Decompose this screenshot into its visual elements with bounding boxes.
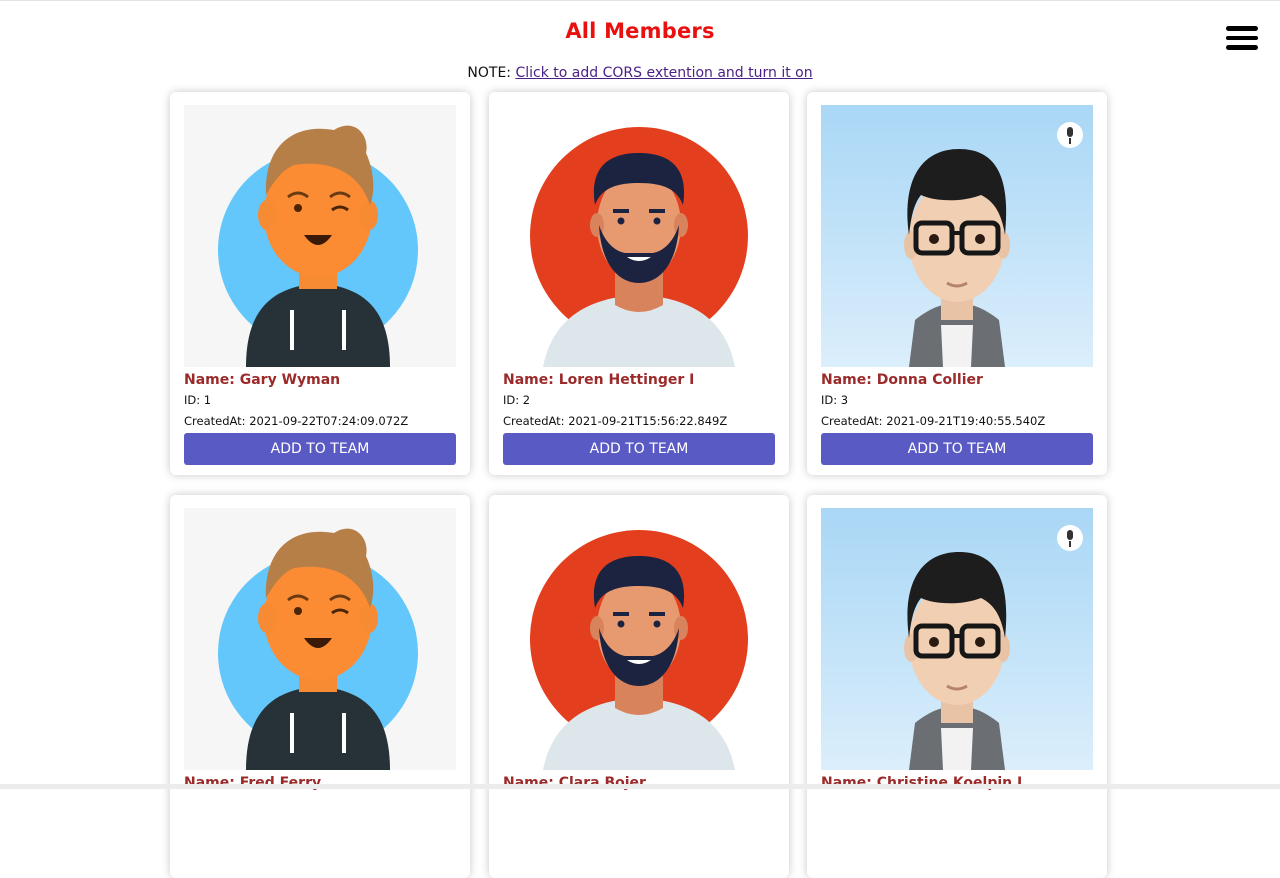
bearded-man-avatar — [503, 508, 775, 770]
glasses-man-avatar — [821, 105, 1093, 367]
member-card: Name: Donna Collier ID: 3 CreatedAt: 202… — [807, 92, 1107, 475]
member-name: Name: Donna Collier — [821, 372, 983, 388]
member-name: Name: Gary Wyman — [184, 372, 341, 388]
member-id: ID: 1 — [184, 393, 212, 407]
add-to-team-button[interactable]: ADD TO TEAM — [184, 433, 456, 465]
add-to-team-button[interactable]: ADD TO TEAM — [503, 433, 775, 465]
member-card: Name: Clara Bojer — [489, 495, 789, 878]
add-to-team-button[interactable]: ADD TO TEAM — [821, 433, 1093, 465]
member-created-at: CreatedAt: 2021-09-22T07:24:09.072Z — [184, 414, 409, 428]
member-card: Name: Gary Wyman ID: 1 CreatedAt: 2021-0… — [170, 92, 470, 475]
member-card: Name: Fred Ferry — [170, 495, 470, 878]
member-id: ID: 2 — [503, 393, 531, 407]
member-created-at: CreatedAt: 2021-09-21T19:40:55.540Z — [821, 414, 1046, 428]
member-id: ID: 3 — [821, 393, 849, 407]
cartoon-boy-avatar — [184, 508, 456, 770]
bearded-man-avatar — [503, 105, 775, 367]
bottom-border — [0, 784, 1280, 789]
members-grid: Name: Gary Wyman ID: 1 CreatedAt: 2021-0… — [0, 0, 1280, 878]
member-card: Name: Christine Koelpin I — [807, 495, 1107, 878]
glasses-man-avatar — [821, 508, 1093, 770]
member-created-at: CreatedAt: 2021-09-21T15:56:22.849Z — [503, 414, 728, 428]
member-name: Name: Loren Hettinger I — [503, 372, 695, 388]
cartoon-boy-avatar — [184, 105, 456, 367]
member-card: Name: Loren Hettinger I ID: 2 CreatedAt:… — [489, 92, 789, 475]
